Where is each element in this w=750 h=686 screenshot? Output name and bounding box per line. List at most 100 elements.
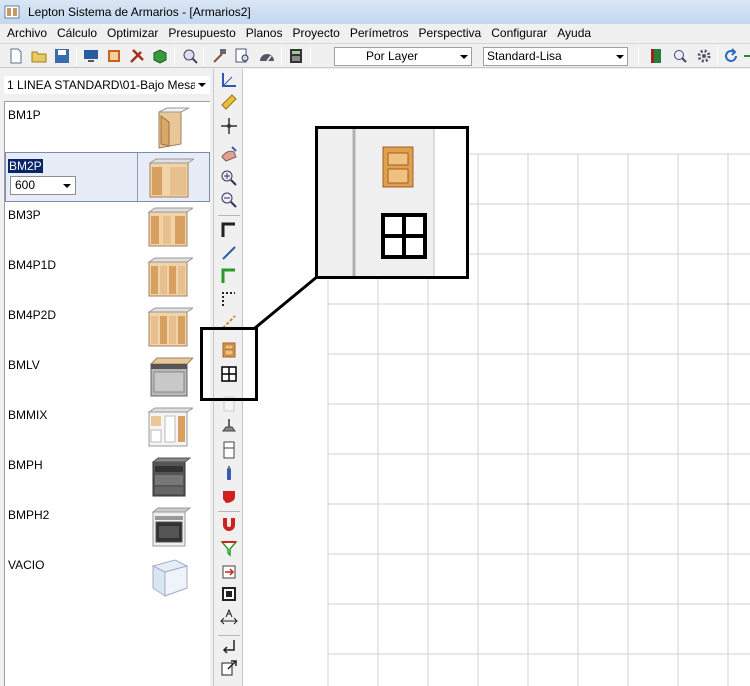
list-item-bm2p[interactable]: BM2P 600	[5, 152, 210, 202]
tools-icon[interactable]	[129, 48, 145, 64]
menu-perimetros[interactable]: Perímetros	[345, 24, 414, 43]
style-combo-value: Standard-Lisa	[487, 49, 562, 63]
style-combo[interactable]: Standard-Lisa	[483, 47, 628, 66]
zoom-out-icon[interactable]	[220, 191, 238, 209]
module-label: BMMIX	[8, 408, 48, 422]
line-icon[interactable]	[220, 244, 238, 262]
fridge-icon[interactable]	[220, 441, 238, 459]
size-select-value: 600	[15, 178, 36, 192]
menu-archivo[interactable]: Archivo	[2, 24, 52, 43]
open-folder-icon[interactable]	[31, 48, 47, 64]
title-bar: Lepton Sistema de Armarios - [Armarios2]	[0, 0, 750, 24]
toolbar-separator	[76, 47, 77, 65]
red-shape-icon[interactable]	[220, 487, 238, 505]
dishwasher-thumbnail	[149, 357, 193, 397]
book-icon[interactable]	[648, 48, 664, 64]
menu-planos[interactable]: Planos	[241, 24, 288, 43]
toolbar-separator	[281, 47, 282, 65]
insert-icon[interactable]	[220, 563, 238, 581]
frame-select-icon[interactable]	[220, 585, 238, 603]
green-corner-icon[interactable]	[220, 267, 238, 285]
hand-pen-icon[interactable]	[220, 145, 238, 163]
corner-wall-icon[interactable]	[220, 221, 238, 239]
divider	[137, 153, 138, 201]
bottle-icon[interactable]	[220, 465, 238, 483]
category-select-value: 1 LINEA STANDARD\01-Bajo Mesada	[7, 78, 210, 92]
list-item-vacio[interactable]: VACIO	[5, 552, 210, 602]
tool-separator	[218, 511, 240, 512]
module-label: BMLV	[8, 358, 40, 372]
menu-calculo[interactable]: Cálculo	[52, 24, 102, 43]
module-label: BMPH	[8, 458, 43, 472]
list-item-bm4p2d[interactable]: BM4P2D	[5, 302, 210, 352]
settings-icon[interactable]	[696, 48, 712, 64]
funnel-icon[interactable]	[220, 539, 238, 557]
calculator-icon[interactable]	[288, 48, 304, 64]
monitor-icon[interactable]	[83, 48, 99, 64]
export-icon[interactable]	[220, 659, 238, 677]
module-label: BM4P1D	[8, 258, 57, 272]
magnet-icon[interactable]	[220, 515, 238, 533]
toolbar-separator	[638, 47, 639, 65]
zoom-in-icon[interactable]	[220, 169, 238, 187]
hammer-icon[interactable]	[211, 48, 227, 64]
list-item-bm3p[interactable]: BM3P	[5, 202, 210, 252]
axis-icon[interactable]	[220, 71, 238, 89]
size-select[interactable]: 600	[10, 176, 76, 195]
list-item-bmlv[interactable]: BMLV	[5, 352, 210, 402]
ruler-icon[interactable]	[220, 93, 238, 111]
menu-bar: Archivo Cálculo Optimizar Presupuesto Pl…	[0, 24, 750, 43]
zoom-page-icon[interactable]	[235, 48, 251, 64]
cabinet-module-icon	[382, 146, 414, 188]
cabinet-thumbnail	[148, 158, 194, 198]
search-icon[interactable]	[672, 48, 688, 64]
cube-icon[interactable]	[152, 48, 168, 64]
cabinet-thumbnail	[158, 107, 190, 149]
hood-icon[interactable]	[220, 417, 238, 435]
window-grid-icon	[381, 213, 427, 259]
tool-separator	[218, 215, 240, 216]
new-file-icon[interactable]	[8, 48, 24, 64]
menu-presupuesto[interactable]: Presupuesto	[163, 24, 240, 43]
menu-perspectiva[interactable]: Perspectiva	[414, 24, 487, 43]
frame-icon[interactable]	[106, 48, 122, 64]
menu-optimizar[interactable]: Optimizar	[102, 24, 163, 43]
menu-configurar[interactable]: Configurar	[486, 24, 552, 43]
main-toolbar: Por Layer Standard-Lisa	[0, 43, 750, 68]
toolbar-separator	[174, 47, 175, 65]
oven-thumbnail	[151, 457, 192, 497]
chevron-down-icon[interactable]	[612, 48, 627, 65]
chevron-down-icon[interactable]	[456, 48, 471, 65]
list-item-bm4p1d[interactable]: BM4P1D	[5, 252, 210, 302]
module-label: BM1P	[8, 108, 41, 122]
back-arrow-icon[interactable]	[220, 637, 238, 655]
list-item-bmmix[interactable]: BMMIX	[5, 402, 210, 452]
save-icon[interactable]	[54, 48, 70, 64]
toolbar-separator	[310, 47, 311, 65]
list-item-bmph[interactable]: BMPH	[5, 452, 210, 502]
empty-box-thumbnail	[151, 559, 189, 597]
zoomed-tools	[318, 129, 466, 276]
cabinet-thumbnail	[147, 257, 193, 297]
menu-ayuda[interactable]: Ayuda	[552, 24, 596, 43]
list-item-bm1p[interactable]: BM1P	[5, 102, 210, 152]
arrow-icon[interactable]	[742, 48, 750, 64]
menu-proyecto[interactable]: Proyecto	[287, 24, 344, 43]
chevron-down-icon[interactable]	[195, 77, 209, 93]
window-title: Lepton Sistema de Armarios - [Armarios2]	[28, 5, 251, 19]
category-select[interactable]: 1 LINEA STANDARD\01-Bajo Mesada	[4, 76, 210, 94]
module-library-panel: 1 LINEA STANDARD\01-Bajo Mesada BM1P BM2…	[0, 69, 211, 686]
print-preview-icon[interactable]	[182, 48, 198, 64]
app-icon	[4, 5, 20, 19]
module-label: BMPH2	[8, 508, 50, 522]
list-item-bmph2[interactable]: BMPH2	[5, 502, 210, 552]
callout-highlight-box	[200, 327, 258, 401]
dashed-corner-icon[interactable]	[220, 290, 238, 308]
layer-combo[interactable]: Por Layer	[334, 47, 472, 66]
crosshair-icon[interactable]	[220, 117, 238, 135]
refresh-icon[interactable]	[723, 48, 739, 64]
toolbar-separator	[203, 47, 204, 65]
cabinet-thumbnail	[147, 407, 193, 447]
gauge-icon[interactable]	[259, 48, 275, 64]
text-dimension-icon[interactable]	[220, 609, 238, 627]
